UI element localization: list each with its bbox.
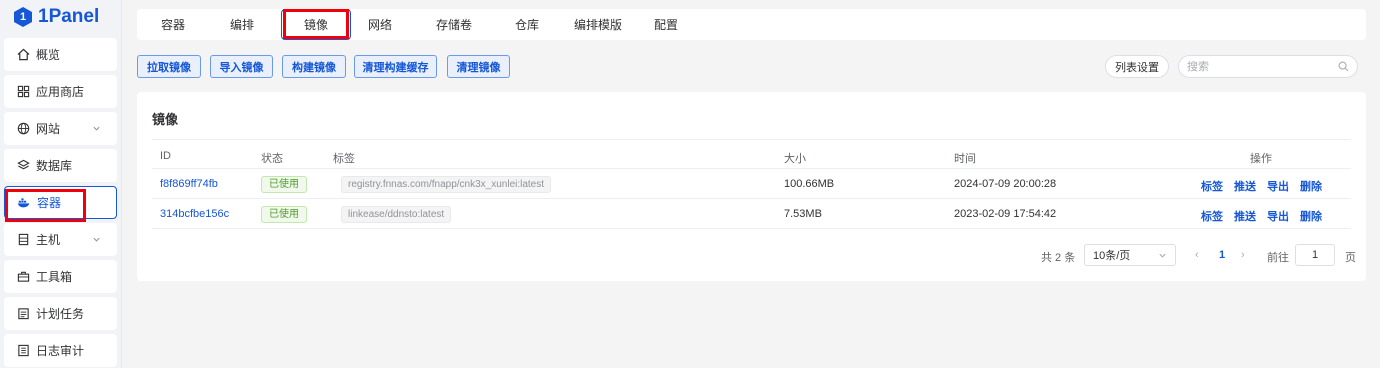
- logo-text: 1Panel: [38, 6, 100, 27]
- sidebar-item-website[interactable]: 网站: [4, 112, 117, 145]
- tab-templates[interactable]: 编排模版: [555, 9, 641, 40]
- sidebar-item-toolbox[interactable]: 工具箱: [4, 260, 117, 293]
- push-button[interactable]: 推送: [1234, 208, 1256, 224]
- sidebar-item-label: 网站: [36, 122, 61, 136]
- sidebar-item-container[interactable]: 容器: [4, 186, 117, 219]
- sidebar: 1 1Panel 概览 应用商店 网站 数据库 容器 主机 工具箱 计划任务 日…: [0, 0, 122, 368]
- divider: [152, 198, 1351, 199]
- image-size: 100.66MB: [784, 178, 835, 190]
- chevron-down-icon: [1158, 251, 1167, 263]
- docker-icon: [17, 196, 31, 210]
- column-header-status[interactable]: 状态: [261, 150, 283, 166]
- home-icon: [16, 48, 30, 62]
- chevron-down-icon: [92, 122, 101, 136]
- goto-label: 前往: [1267, 252, 1289, 264]
- log-icon: [16, 344, 30, 358]
- status-badge: 已使用: [261, 206, 307, 223]
- column-header-id[interactable]: ID: [160, 150, 171, 162]
- divider: [152, 168, 1351, 169]
- next-page-icon[interactable]: ›: [1241, 249, 1245, 261]
- image-time: 2023-02-09 17:54:42: [954, 208, 1057, 220]
- app-logo[interactable]: 1 1Panel: [0, 0, 121, 34]
- delete-button[interactable]: 删除: [1300, 178, 1322, 194]
- sidebar-item-appstore[interactable]: 应用商店: [4, 75, 117, 108]
- tab-containers[interactable]: 容器: [143, 9, 203, 40]
- column-settings-button[interactable]: 列表设置: [1105, 55, 1169, 78]
- sidebar-menu: 概览 应用商店 网站 数据库 容器 主机 工具箱 计划任务 日志审计: [0, 38, 121, 367]
- push-button[interactable]: 推送: [1234, 178, 1256, 194]
- search-box: [1178, 55, 1358, 78]
- tag-button[interactable]: 标签: [1201, 178, 1223, 194]
- search-input[interactable]: [1187, 60, 1332, 73]
- page-number-current[interactable]: 1: [1219, 249, 1225, 261]
- column-header-ops: 操作: [1250, 153, 1272, 165]
- sidebar-item-label: 主机: [36, 233, 61, 247]
- sidebar-item-logs[interactable]: 日志审计: [4, 334, 117, 367]
- prune-build-cache-button[interactable]: 清理构建缓存: [354, 55, 437, 78]
- import-image-button[interactable]: 导入镜像: [210, 55, 273, 78]
- pagination-total: 共 2 条: [1041, 252, 1076, 264]
- sidebar-item-label: 容器: [37, 196, 62, 210]
- divider: [152, 139, 1351, 140]
- export-button[interactable]: 导出: [1267, 178, 1289, 194]
- server-icon: [16, 233, 30, 247]
- image-time: 2024-07-09 20:00:28: [954, 178, 1057, 190]
- page-size-select[interactable]: 10条/页: [1084, 244, 1176, 266]
- chevron-down-icon: [92, 233, 101, 247]
- image-id-link[interactable]: f8f869ff74fb: [160, 178, 218, 190]
- page-size-value: 10条/页: [1093, 250, 1131, 262]
- goto-page-input[interactable]: 1: [1295, 244, 1335, 266]
- tag-button[interactable]: 标签: [1201, 208, 1223, 224]
- image-tag: registry.fnnas.com/fnapp/cnk3x_xunlei:la…: [341, 176, 552, 193]
- build-image-button[interactable]: 构建镜像: [282, 55, 346, 78]
- search-icon[interactable]: [1338, 61, 1349, 75]
- calendar-icon: [16, 307, 30, 321]
- sidebar-item-label: 日志审计: [36, 344, 85, 358]
- images-card: 镜像 ID 状态 标签 大小 时间 操作 f8f869ff74fb 已使用 re…: [137, 92, 1366, 281]
- globe-icon: [16, 122, 30, 136]
- prune-images-button[interactable]: 清理镜像: [447, 55, 510, 78]
- tab-networks[interactable]: 网络: [351, 9, 409, 40]
- delete-button[interactable]: 删除: [1300, 208, 1322, 224]
- tab-volumes[interactable]: 存储卷: [409, 9, 499, 40]
- card-title: 镜像: [152, 112, 179, 127]
- tab-images[interactable]: 镜像: [281, 9, 351, 40]
- toolbox-icon: [16, 270, 30, 284]
- column-header-size[interactable]: 大小: [784, 150, 806, 166]
- sidebar-item-overview[interactable]: 概览: [4, 38, 117, 71]
- pull-image-button[interactable]: 拉取镜像: [137, 55, 201, 78]
- sidebar-item-label: 工具箱: [36, 270, 73, 284]
- image-size: 7.53MB: [784, 208, 822, 220]
- tab-repos[interactable]: 仓库: [499, 9, 555, 40]
- status-badge: 已使用: [261, 176, 307, 193]
- tab-settings[interactable]: 配置: [641, 9, 691, 40]
- prev-page-icon[interactable]: ‹: [1195, 249, 1199, 261]
- sidebar-item-cron[interactable]: 计划任务: [4, 297, 117, 330]
- sidebar-item-label: 应用商店: [36, 85, 85, 99]
- grid-icon: [16, 85, 30, 99]
- column-header-tags[interactable]: 标签: [333, 150, 355, 166]
- divider: [152, 228, 1351, 229]
- image-tag: linkease/ddnsto:latest: [341, 206, 452, 223]
- column-header-time[interactable]: 时间: [954, 150, 976, 166]
- sidebar-item-database[interactable]: 数据库: [4, 149, 117, 182]
- container-tabs: 容器 编排 镜像 网络 存储卷 仓库 编排模版 配置: [137, 9, 1366, 40]
- sidebar-item-label: 概览: [36, 48, 61, 62]
- image-id-link[interactable]: 314bcfbe156c: [160, 208, 229, 220]
- sidebar-item-label: 数据库: [36, 159, 73, 173]
- tab-compose[interactable]: 编排: [203, 9, 281, 40]
- logo-mark: 1: [14, 7, 32, 27]
- export-button[interactable]: 导出: [1267, 208, 1289, 224]
- layers-icon: [16, 159, 30, 173]
- sidebar-item-label: 计划任务: [36, 307, 85, 321]
- sidebar-item-host[interactable]: 主机: [4, 223, 117, 256]
- page-suffix: 页: [1345, 252, 1356, 264]
